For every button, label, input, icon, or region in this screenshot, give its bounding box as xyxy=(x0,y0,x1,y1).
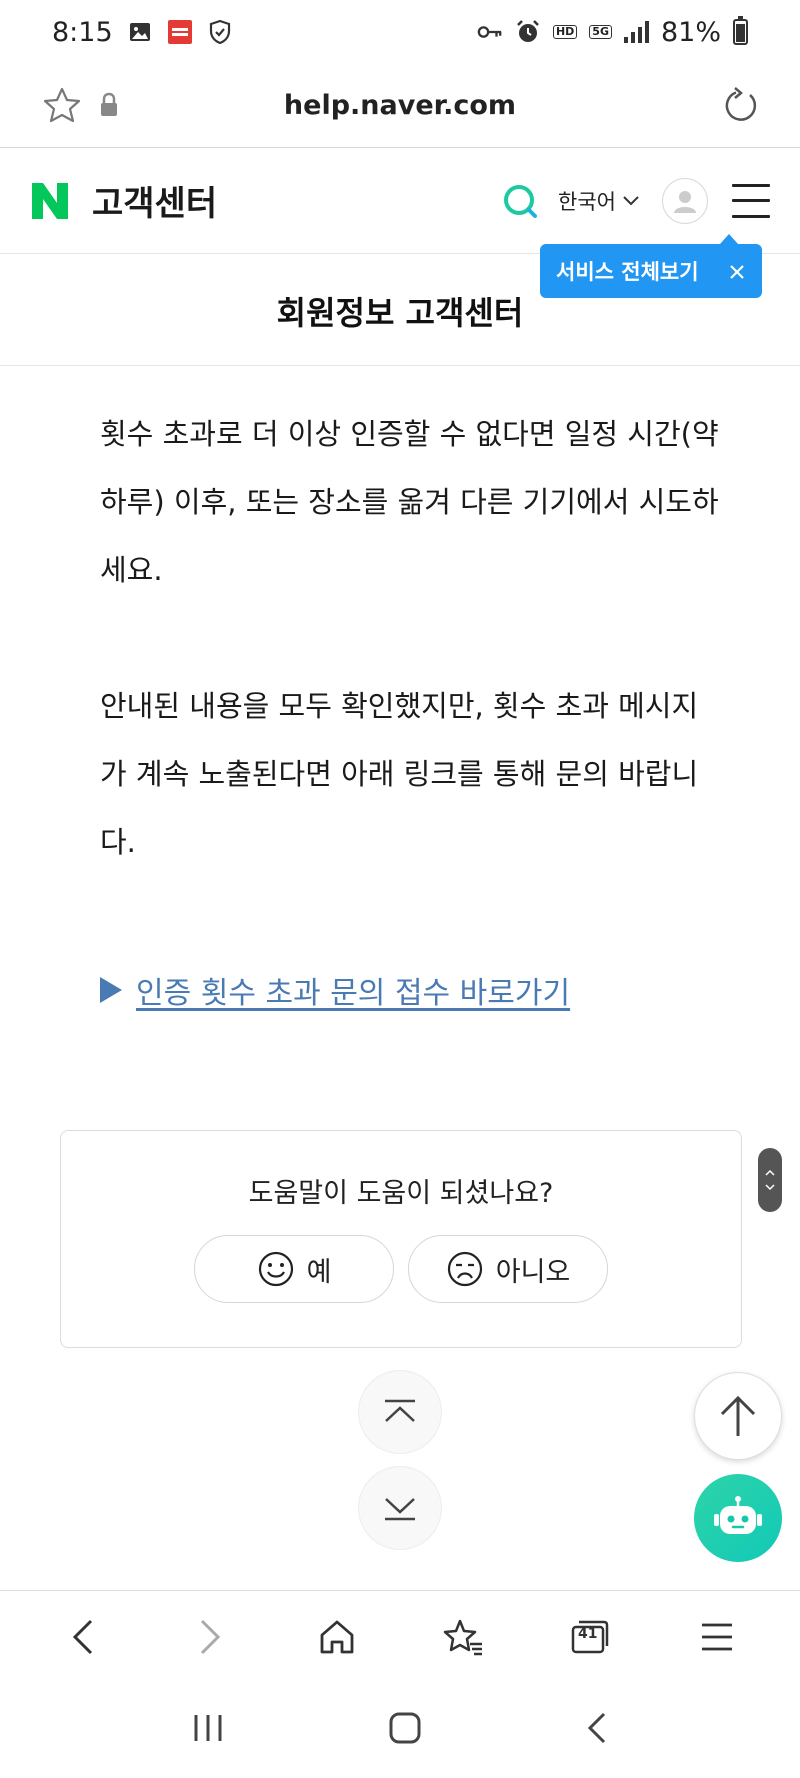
naver-logo-icon[interactable] xyxy=(30,181,70,221)
gallery-icon xyxy=(127,19,153,45)
android-home-icon[interactable] xyxy=(388,1711,422,1749)
browser-toolbar: 41 xyxy=(0,1590,800,1682)
frown-icon xyxy=(447,1251,482,1287)
battery-icon xyxy=(733,16,748,45)
scroll-handle[interactable] xyxy=(758,1148,782,1212)
url-bar: help.naver.com xyxy=(0,64,800,148)
feedback-box: 도움말이 도움이 되셨나요? 예 아니오 xyxy=(60,1130,742,1348)
robot-icon xyxy=(714,1496,762,1534)
language-label: 한국어 xyxy=(558,189,616,214)
avatar[interactable] xyxy=(662,177,708,224)
home-icon[interactable] xyxy=(312,1612,362,1662)
language-selector[interactable]: 한국어 xyxy=(558,186,640,216)
hamburger-menu-icon[interactable] xyxy=(732,183,770,218)
battery-percent: 81% xyxy=(660,16,721,48)
network-5g-badge: 5G xyxy=(589,25,612,39)
alarm-icon xyxy=(515,19,541,45)
scroll-to-top-button[interactable] xyxy=(694,1372,782,1460)
double-down-icon xyxy=(385,1498,415,1521)
app-notification-icon xyxy=(167,19,193,45)
signal-icon xyxy=(623,21,649,43)
triangle-right-icon xyxy=(100,977,122,1003)
tabs-icon[interactable]: 41 xyxy=(565,1612,615,1662)
chevron-up-icon xyxy=(765,1170,775,1176)
page-bottom-button[interactable] xyxy=(358,1466,442,1550)
bookmark-star-icon[interactable] xyxy=(40,84,84,128)
header-title[interactable]: 고객센터 xyxy=(92,176,217,225)
inquiry-link[interactable]: 인증 횟수 초과 문의 접수 바로가기 xyxy=(136,968,570,1012)
lock-icon xyxy=(98,92,122,120)
android-back-icon[interactable] xyxy=(586,1711,608,1749)
status-time: 8:15 xyxy=(52,16,113,48)
page-title: 회원정보 고객센터 xyxy=(0,256,800,366)
smile-icon xyxy=(258,1251,293,1287)
page-top-button[interactable] xyxy=(358,1370,442,1454)
search-icon[interactable] xyxy=(500,181,540,221)
feedback-yes-label: 예 xyxy=(306,1256,332,1288)
page-title-text: 회원정보 고객센터 xyxy=(276,293,524,332)
bookmarks-icon[interactable] xyxy=(438,1612,488,1662)
feedback-no-label: 아니오 xyxy=(495,1256,571,1288)
forward-icon[interactable] xyxy=(185,1612,235,1662)
hd-voice-badge: HD xyxy=(552,25,578,39)
key-icon xyxy=(477,19,503,45)
content-paragraph: 안내된 내용을 모두 확인했지만, 횟수 초과 메시지가 계속 노출된다면 아래… xyxy=(100,689,699,859)
chatbot-button[interactable] xyxy=(694,1474,782,1562)
arrow-up-icon xyxy=(720,1395,756,1436)
chevron-down-icon xyxy=(765,1184,775,1190)
site-header: 고객센터 한국어 xyxy=(0,148,800,254)
shield-icon xyxy=(207,19,233,45)
help-content: 횟수 초과로 더 이상 인증할 수 없다면 일정 시간(약 하루) 이후, 또는… xyxy=(100,400,720,876)
android-navigation-bar xyxy=(0,1682,800,1778)
tab-count: 41 xyxy=(577,1625,598,1642)
menu-icon[interactable] xyxy=(692,1612,742,1662)
feedback-question: 도움말이 도움이 되셨나요? xyxy=(248,1178,554,1209)
user-icon xyxy=(674,190,696,213)
reload-icon[interactable] xyxy=(720,86,760,126)
feedback-no-button[interactable]: 아니오 xyxy=(408,1235,608,1303)
double-up-icon xyxy=(385,1399,415,1422)
content-paragraph: 횟수 초과로 더 이상 인증할 수 없다면 일정 시간(약 하루) 이후, 또는… xyxy=(100,417,719,587)
feedback-yes-button[interactable]: 예 xyxy=(194,1235,394,1303)
back-icon[interactable] xyxy=(58,1612,108,1662)
inquiry-link-row: 인증 횟수 초과 문의 접수 바로가기 xyxy=(100,968,570,1012)
status-bar: 8:15 HD 5G 81% xyxy=(0,0,800,64)
recents-icon[interactable] xyxy=(192,1713,224,1747)
chevron-down-icon xyxy=(623,195,639,205)
